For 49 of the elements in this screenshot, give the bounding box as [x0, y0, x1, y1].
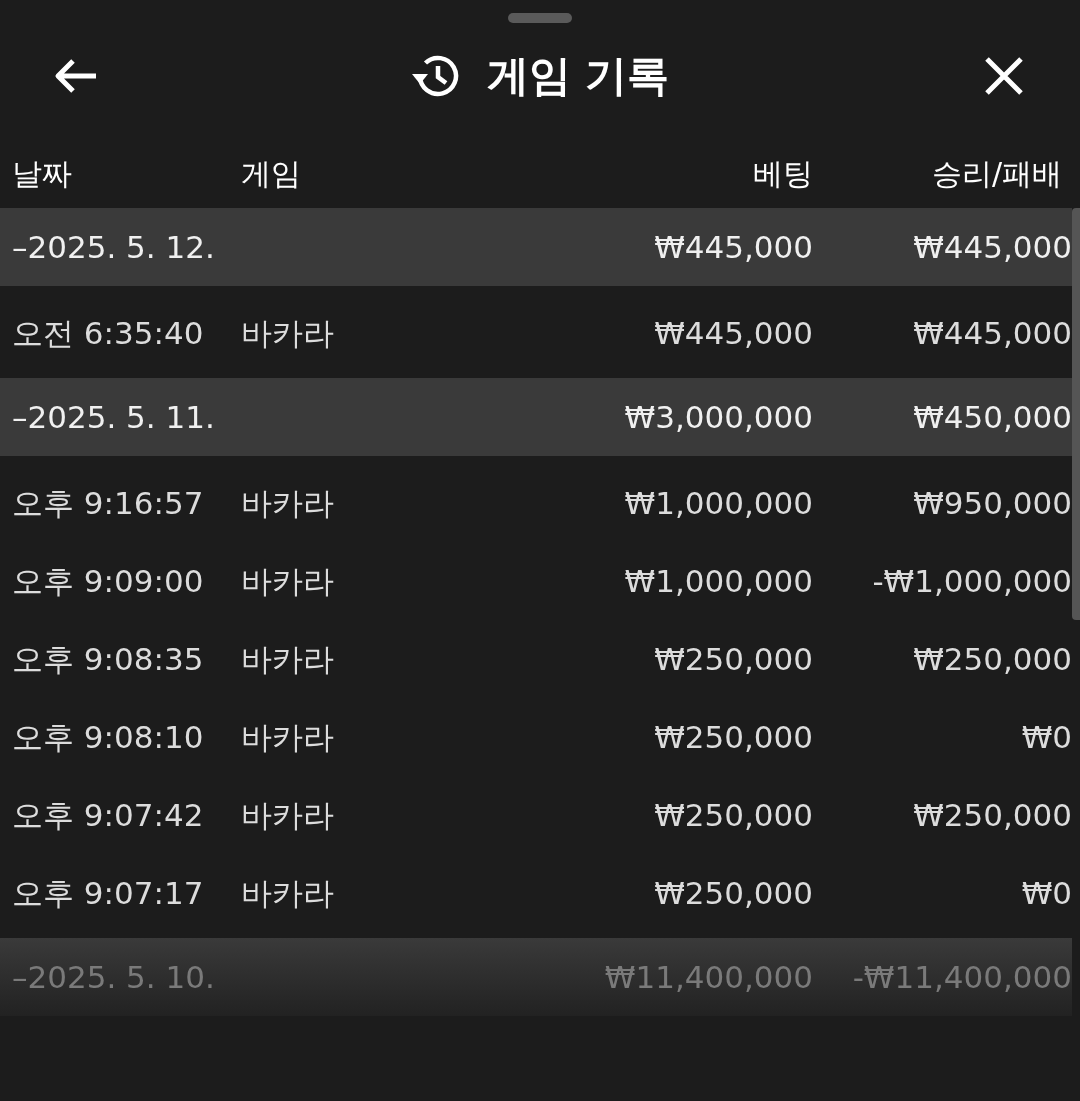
group-result-total: ₩450,000	[913, 398, 1072, 435]
bet-cell: ₩1,000,000	[624, 484, 813, 521]
bet-cell: ₩1,000,000	[624, 562, 813, 599]
bet-cell: ₩250,000	[654, 796, 813, 833]
group-bet-total: ₩3,000,000	[624, 398, 813, 435]
result-cell: ₩250,000	[913, 796, 1072, 833]
group-result-total: ₩445,000	[913, 228, 1072, 265]
game-cell: 바카라	[241, 796, 334, 833]
history-icon	[410, 53, 459, 98]
group-date: –2025. 5. 10.	[12, 958, 215, 995]
column-header[interactable]: 승리/패배	[931, 155, 1062, 191]
drag-handle[interactable]	[508, 13, 572, 23]
time-cell: 오후 9:07:17	[12, 874, 204, 911]
result-cell: ₩250,000	[913, 640, 1072, 677]
group-date: –2025. 5. 12.	[12, 228, 215, 265]
time-cell: 오후 9:07:42	[12, 796, 204, 833]
bet-cell: ₩250,000	[654, 874, 813, 911]
group-bet-total: ₩445,000	[654, 228, 813, 265]
time-cell: 오후 9:16:57	[12, 484, 204, 521]
game-cell: 바카라	[241, 718, 334, 755]
time-cell: 오후 9:08:10	[12, 718, 204, 755]
scrollbar[interactable]	[1072, 208, 1080, 620]
game-cell: 바카라	[241, 484, 334, 521]
column-header[interactable]: 베팅	[753, 155, 813, 191]
back-arrow-icon	[54, 57, 98, 94]
game-cell: 바카라	[241, 874, 334, 911]
close-icon	[984, 55, 1024, 96]
time-cell: 오전 6:35:40	[12, 314, 204, 351]
game-cell: 바카라	[241, 314, 334, 351]
column-header[interactable]: 게임	[241, 155, 301, 191]
bet-cell: ₩445,000	[654, 314, 813, 351]
date-group-row[interactable]: –2025. 5. 12. ₩445,000 ₩445,000	[0, 208, 1072, 286]
group-bet-total: ₩11,400,000	[604, 958, 813, 995]
dialog-title: 게임 기록	[486, 50, 670, 102]
result-cell: -₩1,000,000	[872, 562, 1072, 599]
column-header[interactable]: 날짜	[12, 155, 72, 191]
result-cell: ₩950,000	[913, 484, 1072, 521]
group-date: –2025. 5. 11.	[12, 398, 215, 435]
game-cell: 바카라	[241, 640, 334, 677]
result-cell: ₩445,000	[913, 314, 1072, 351]
game-cell: 바카라	[241, 562, 334, 599]
group-result-total: -₩11,400,000	[852, 958, 1072, 995]
time-cell: 오후 9:08:35	[12, 640, 204, 677]
time-cell: 오후 9:09:00	[12, 562, 204, 599]
result-cell: ₩0	[1021, 874, 1072, 911]
date-group-row[interactable]: –2025. 5. 11. ₩3,000,000 ₩450,000	[0, 378, 1072, 456]
result-cell: ₩0	[1021, 718, 1072, 755]
bet-cell: ₩250,000	[654, 640, 813, 677]
bet-cell: ₩250,000	[654, 718, 813, 755]
